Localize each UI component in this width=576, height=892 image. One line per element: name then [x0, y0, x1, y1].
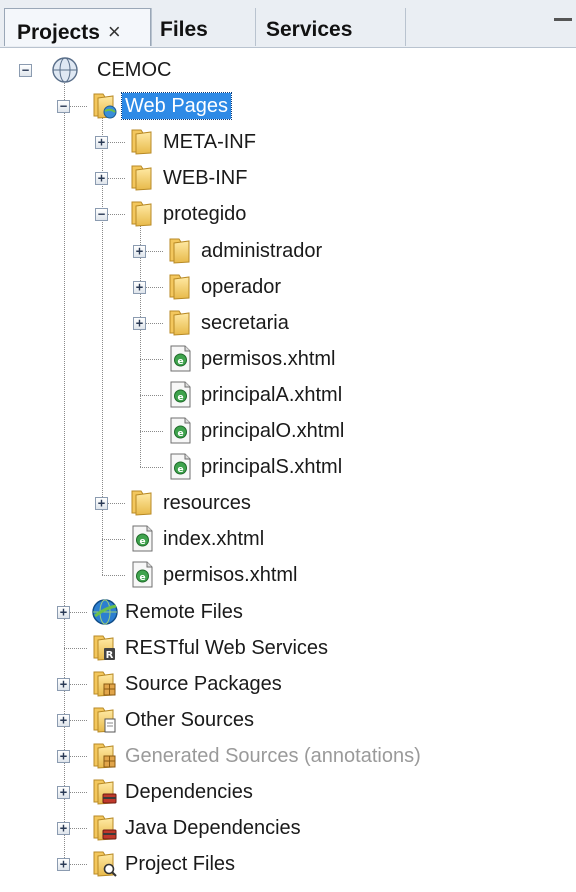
expand-icon[interactable]: + [133, 281, 146, 294]
tree-node[interactable]: − Web Pages [0, 91, 576, 121]
expand-icon[interactable]: + [133, 317, 146, 330]
svg-text:e: e [139, 573, 145, 583]
tree-node[interactable]: + resources [0, 488, 576, 518]
tree-node-label: principalA.xhtml [201, 384, 343, 406]
tree-node[interactable]: − CEMOC [0, 55, 576, 85]
folder-icon [165, 235, 195, 269]
collapse-icon[interactable]: − [57, 100, 70, 113]
tree-node-label: Java Dependencies [125, 817, 301, 839]
remote-globe-icon [89, 596, 121, 632]
folder-icon [165, 271, 195, 305]
folder-icon [165, 307, 195, 341]
tree-node-label: principalS.xhtml [201, 456, 343, 478]
xhtml-file-icon: e [165, 415, 195, 449]
svg-text:e: e [177, 465, 183, 475]
tree-node-label: Generated Sources (annotations) [125, 745, 421, 767]
tree-node-label: secretaria [201, 312, 289, 334]
source-packages-folder-icon [89, 668, 119, 702]
folder-icon [127, 198, 157, 232]
tree-node[interactable]: + secretaria [0, 308, 576, 338]
collapse-icon[interactable]: − [19, 64, 32, 77]
tree-node[interactable]: e permisos.xhtml [0, 560, 576, 590]
tree-node-label: WEB-INF [163, 167, 248, 189]
tree-node[interactable]: + administrador [0, 236, 576, 266]
tree-node[interactable]: + Java Dependencies [0, 813, 576, 843]
tree-node[interactable]: e permisos.xhtml [0, 344, 576, 374]
tree-node-label: permisos.xhtml [163, 564, 298, 586]
project-tree: − CEMOC − Web Pages + META-INF + WEB-INF − proteg… [0, 0, 576, 892]
expand-icon[interactable]: + [95, 136, 108, 149]
tree-node[interactable]: + operador [0, 272, 576, 302]
tree-node[interactable]: + Remote Files [0, 597, 576, 627]
expand-icon[interactable]: + [57, 822, 70, 835]
web-pages-folder-icon [89, 90, 119, 124]
tree-node-label: Remote Files [125, 601, 243, 623]
expand-icon[interactable]: + [57, 606, 70, 619]
expand-icon[interactable]: + [57, 678, 70, 691]
tree-node[interactable]: + Dependencies [0, 777, 576, 807]
tree-node-label: protegido [163, 203, 247, 225]
tree-node-label: META-INF [163, 131, 256, 153]
tree-node-label: index.xhtml [163, 528, 265, 550]
generated-sources-folder-icon [89, 740, 119, 774]
expand-icon[interactable]: + [95, 497, 108, 510]
tree-node[interactable]: − protegido [0, 199, 576, 229]
tree-node-label: Web Pages [120, 92, 233, 120]
tree-node[interactable]: + META-INF [0, 127, 576, 157]
svg-text:e: e [177, 393, 183, 403]
svg-text:e: e [177, 429, 183, 439]
tree-node[interactable]: e principalO.xhtml [0, 416, 576, 446]
tree-node[interactable]: + Generated Sources (annotations) [0, 741, 576, 771]
xhtml-file-icon: e [165, 451, 195, 485]
svg-text:e: e [139, 537, 145, 547]
folder-icon [127, 126, 157, 160]
tree-node[interactable]: + WEB-INF [0, 163, 576, 193]
svg-text:e: e [177, 357, 183, 367]
expand-icon[interactable]: + [133, 245, 146, 258]
tree-node[interactable]: e principalA.xhtml [0, 380, 576, 410]
xhtml-file-icon: e [127, 559, 157, 593]
xhtml-file-icon: e [165, 379, 195, 413]
tree-node-label: administrador [201, 240, 323, 262]
tree-node[interactable]: e principalS.xhtml [0, 452, 576, 482]
rest-services-folder-icon: R [89, 632, 119, 666]
tree-node-label: Other Sources [125, 709, 254, 731]
tree-node[interactable]: + Other Sources [0, 705, 576, 735]
tree-node[interactable]: + Source Packages [0, 669, 576, 699]
tree-node-label: Dependencies [125, 781, 253, 803]
expand-icon[interactable]: + [57, 714, 70, 727]
web-globe-icon [49, 54, 81, 90]
xhtml-file-icon: e [165, 343, 195, 377]
tree-node-label: resources [163, 492, 251, 514]
tree-node-label: operador [201, 276, 282, 298]
tree-node-label: CEMOC [97, 59, 172, 81]
tree-node[interactable]: e index.xhtml [0, 524, 576, 554]
tree-node[interactable]: R RESTful Web Services [0, 633, 576, 663]
expand-icon[interactable]: + [95, 172, 108, 185]
svg-text:R: R [106, 650, 114, 661]
collapse-icon[interactable]: − [95, 208, 108, 221]
folder-icon [127, 487, 157, 521]
tree-node-label: RESTful Web Services [125, 637, 329, 659]
folder-icon [127, 162, 157, 196]
dependencies-folder-icon [89, 776, 119, 810]
tree-node-label: principalO.xhtml [201, 420, 345, 442]
tree-node-label: Project Files [125, 853, 236, 875]
expand-icon[interactable]: + [57, 786, 70, 799]
xhtml-file-icon: e [127, 523, 157, 557]
project-files-folder-icon [89, 848, 119, 882]
expand-icon[interactable]: + [57, 750, 70, 763]
java-dependencies-folder-icon [89, 812, 119, 846]
expand-icon[interactable]: + [57, 858, 70, 871]
tree-node-label: permisos.xhtml [201, 348, 336, 370]
tree-node[interactable]: + Project Files [0, 849, 576, 879]
other-sources-folder-icon [89, 704, 119, 738]
tree-node-label: Source Packages [125, 673, 282, 695]
